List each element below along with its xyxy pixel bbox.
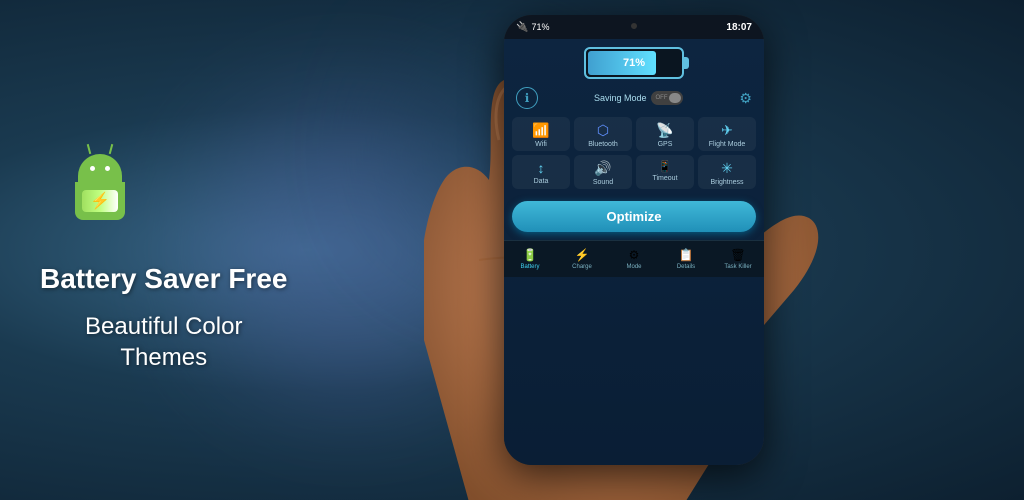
gps-icon: 📡	[656, 122, 673, 139]
settings-icon[interactable]: ⚙	[739, 90, 752, 107]
nav-charge-icon: ⚡	[575, 248, 590, 262]
saving-mode-toggle[interactable]: Saving Mode OFF	[594, 91, 684, 105]
phone-device: 🔌 71% 18:07 71% ℹ Saving Mode	[504, 15, 764, 465]
saving-mode-label: Saving Mode	[594, 93, 647, 103]
quick-data[interactable]: ↕ Data	[512, 155, 570, 189]
nav-battery[interactable]: 🔋 Battery	[504, 245, 556, 273]
quick-gps[interactable]: 📡 GPS	[636, 117, 694, 151]
timeout-icon: 📱	[658, 160, 672, 173]
android-eye-left	[90, 166, 95, 171]
android-mascot: ⚡	[75, 154, 125, 220]
quick-timeout[interactable]: 📱 Timeout	[636, 155, 694, 189]
wifi-label: Wifi	[535, 141, 547, 148]
toggle-off-text: OFF	[655, 95, 667, 101]
toggle-knob	[669, 93, 681, 103]
nav-details[interactable]: 📋 Details	[660, 245, 712, 273]
android-eye-right	[105, 166, 110, 171]
info-icon: ℹ	[516, 87, 538, 109]
nav-charge-label: Charge	[572, 264, 592, 270]
signal-strength: 71%	[531, 22, 549, 32]
right-panel: 🔌 71% 18:07 71% ℹ Saving Mode	[424, 0, 1024, 500]
quick-brightness[interactable]: ✳ Brightness	[698, 155, 756, 189]
sound-icon: 🔊	[594, 160, 611, 177]
quick-toggles-grid: 📶 Wifi ⬡ Bluetooth 📡 GPS ✈ Flight Mode ↕	[512, 117, 756, 189]
quick-sound[interactable]: 🔊 Sound	[574, 155, 632, 189]
nav-details-icon: 📋	[679, 248, 694, 262]
nav-task-killer-label: Task Killer	[724, 264, 751, 270]
nav-task-killer-icon: 🗑	[730, 248, 745, 262]
timeout-label: Timeout	[652, 175, 677, 182]
android-antenna-right	[109, 144, 114, 154]
battery-bar-container: 71%	[584, 47, 684, 79]
nav-mode-label: Mode	[626, 264, 641, 270]
phone-screen: 71% ℹ Saving Mode OFF ⚙ 📶	[504, 39, 764, 465]
brightness-label: Brightness	[710, 179, 743, 186]
gps-label: GPS	[658, 141, 673, 148]
left-panel: ⚡ Battery Saver Free Beautiful Color The…	[40, 127, 287, 373]
battery-percent-text: 71%	[586, 49, 682, 77]
nav-mode-icon: ⚙	[629, 248, 640, 262]
app-title: Battery Saver Free	[40, 262, 287, 296]
battery-display: 71%	[512, 47, 756, 79]
nav-charge[interactable]: ⚡ Charge	[556, 245, 608, 273]
battery-bar-tip	[684, 57, 689, 69]
nav-battery-label: Battery	[520, 264, 539, 270]
brightness-icon: ✳	[721, 160, 733, 177]
optimize-button[interactable]: Optimize	[512, 201, 756, 232]
subtitle-line1: Beautiful Color	[85, 313, 242, 340]
nav-task-killer[interactable]: 🗑 Task Killer	[712, 245, 764, 273]
android-torso: ⚡	[75, 182, 125, 220]
quick-wifi[interactable]: 📶 Wifi	[512, 117, 570, 151]
sound-label: Sound	[593, 179, 613, 186]
subtitle-line2: Themes	[120, 344, 207, 371]
quick-bluetooth[interactable]: ⬡ Bluetooth	[574, 117, 632, 151]
status-left-icons: 🔌 71%	[516, 22, 549, 33]
bluetooth-label: Bluetooth	[588, 141, 618, 148]
lightning-icon: ⚡	[90, 191, 110, 211]
status-time: 18:07	[726, 22, 752, 33]
toggle-switch[interactable]: OFF	[651, 91, 683, 105]
usb-icon: 🔌	[516, 22, 528, 33]
bottom-nav: 🔋 Battery ⚡ Charge ⚙ Mode 📋 Details 🗑	[504, 240, 764, 277]
data-label: Data	[534, 178, 549, 185]
flight-mode-label: Flight Mode	[709, 141, 746, 148]
android-antenna-left	[87, 144, 92, 154]
info-row: ℹ Saving Mode OFF ⚙	[512, 87, 756, 109]
wifi-icon: 📶	[532, 122, 549, 139]
nav-battery-icon: 🔋	[523, 248, 538, 262]
bluetooth-icon: ⬡	[597, 122, 609, 139]
quick-flight-mode[interactable]: ✈ Flight Mode	[698, 117, 756, 151]
battery-icon: ⚡	[82, 190, 118, 212]
phone-camera	[631, 23, 637, 29]
flight-mode-icon: ✈	[721, 122, 733, 139]
nav-mode[interactable]: ⚙ Mode	[608, 245, 660, 273]
app-subtitle: Beautiful Color Themes	[40, 311, 287, 373]
nav-details-label: Details	[677, 264, 695, 270]
android-head	[78, 154, 122, 182]
app-icon: ⚡	[40, 127, 160, 247]
data-icon: ↕	[538, 160, 545, 176]
